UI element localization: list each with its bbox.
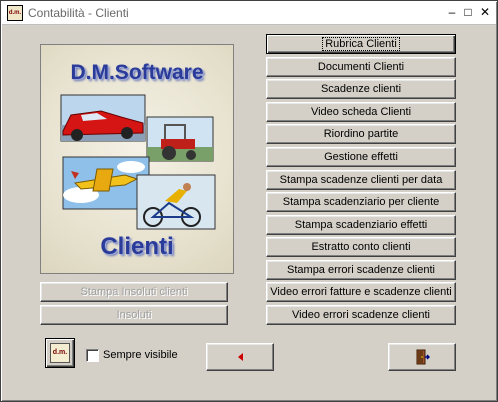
title-bar[interactable]: d.m. Contabilità - Clienti – □ ✕ xyxy=(2,2,496,25)
tractor-image xyxy=(146,116,214,162)
dm-logo-icon: d.m. xyxy=(50,343,70,363)
rubrica-clienti-label: Rubrica Clienti xyxy=(322,37,400,51)
close-button[interactable]: ✕ xyxy=(477,5,493,19)
video-errori-fatture-e-scadenze-clienti-button[interactable]: Video errori fatture e scadenze clienti xyxy=(266,282,456,302)
stampa-insoluti-clienti-button[interactable]: Stampa Insoluti clienti xyxy=(40,282,228,302)
car-image xyxy=(60,94,146,142)
arrow-left-icon xyxy=(238,353,243,361)
gestione-effetti-button[interactable]: Gestione effetti xyxy=(266,147,456,167)
maximize-button[interactable]: □ xyxy=(460,5,476,19)
scadenze-clienti-button[interactable]: Scadenze clienti xyxy=(266,79,456,99)
video-scheda-clienti-button[interactable]: Video scheda Clienti xyxy=(266,102,456,122)
video-errori-scadenze-clienti-button[interactable]: Video errori scadenze clienti xyxy=(266,305,456,325)
splash-module-title: Clienti xyxy=(100,233,174,260)
airplane-image xyxy=(62,156,150,210)
riordino-partite-button[interactable]: Riordino partite xyxy=(266,124,456,144)
sempre-visibile-checkbox[interactable] xyxy=(86,349,99,362)
splash-image: D.M.Software Clienti xyxy=(40,44,234,274)
app-logo-icon[interactable]: d.m. xyxy=(7,5,23,21)
minimize-button[interactable]: – xyxy=(444,5,460,19)
stampa-scadenziario-effetti-button[interactable]: Stampa scadenziario effetti xyxy=(266,215,456,235)
door-exit-icon xyxy=(416,349,430,365)
sempre-visibile-label: Sempre visibile xyxy=(103,349,178,361)
cyclist-image xyxy=(136,174,216,230)
back-button[interactable] xyxy=(206,343,274,371)
insoluti-button[interactable]: Insoluti xyxy=(40,305,228,325)
rubrica-clienti-button[interactable]: Rubrica Clienti xyxy=(266,34,456,54)
dm-logo-button[interactable]: d.m. xyxy=(45,338,75,368)
stampa-scadenziario-per-cliente-button[interactable]: Stampa scadenziario per cliente xyxy=(266,192,456,212)
splash-brand: D.M.Software xyxy=(70,61,204,84)
exit-button[interactable] xyxy=(388,343,456,371)
window-title: Contabilità - Clienti xyxy=(28,6,129,20)
documenti-clienti-button[interactable]: Documenti Clienti xyxy=(266,57,456,77)
estratto-conto-clienti-button[interactable]: Estratto conto clienti xyxy=(266,237,456,257)
stampa-scadenze-clienti-per-data-button[interactable]: Stampa scadenze clienti per data xyxy=(266,170,456,190)
stampa-errori-scadenze-clienti-button[interactable]: Stampa errori scadenze clienti xyxy=(266,260,456,280)
